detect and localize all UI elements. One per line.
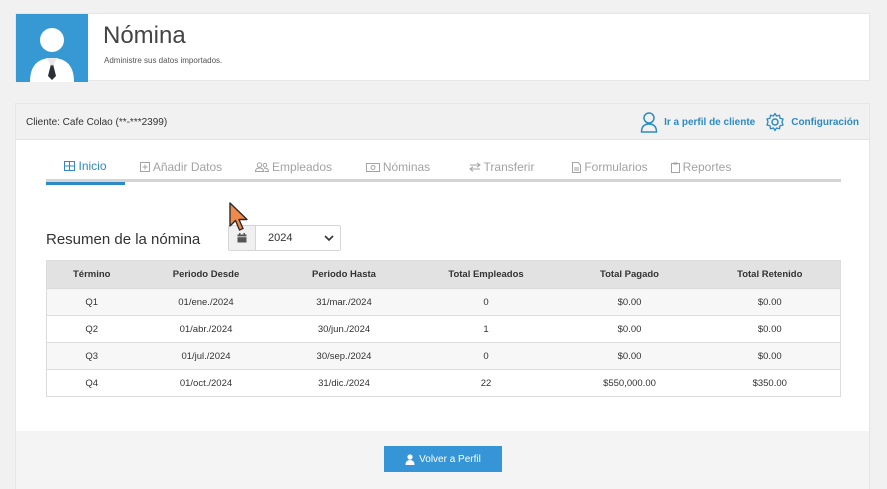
- mouse-cursor-icon: [229, 202, 251, 237]
- table-cell: $0.00: [559, 315, 700, 343]
- main-panel: Cliente: Cafe Colao (**-***2399) Ir a pe…: [15, 103, 870, 489]
- column-header: Total Pagado: [559, 260, 700, 289]
- go-to-client-profile-link[interactable]: Ir a perfil de cliente: [640, 111, 755, 133]
- table-cell: 01/jul./2024: [136, 342, 276, 370]
- tab-anadir-datos[interactable]: Añadir Datos: [125, 152, 237, 182]
- table-cell: 0: [412, 288, 560, 316]
- table-cell: $350.00: [699, 369, 841, 397]
- user-tie-icon: [16, 14, 88, 82]
- table-cell: 0: [412, 342, 560, 370]
- settings-link[interactable]: Configuración: [765, 112, 859, 132]
- table-cell: Q1: [46, 288, 137, 316]
- summary-title: Resumen de la nómina: [46, 231, 201, 248]
- table-cell: $550,000.00: [559, 369, 700, 397]
- table-row: Q2 01/abr./2024 30/jun./2024 1 $0.00 $0.…: [46, 315, 841, 343]
- clipboard-icon: [670, 162, 680, 173]
- table-cell: $0.00: [699, 342, 841, 370]
- go-to-client-profile-label: Ir a perfil de cliente: [664, 116, 756, 128]
- table-cell: 1: [412, 315, 560, 343]
- money-icon: [365, 162, 380, 172]
- table-cell: $0.00: [699, 288, 841, 316]
- page-subtitle: Administre sus datos importados.: [104, 56, 223, 65]
- tab-formularios[interactable]: Formularios: [557, 152, 663, 182]
- user-icon: [405, 453, 415, 465]
- tab-empleados[interactable]: Empleados: [237, 152, 350, 182]
- tab-nominas[interactable]: Nóminas: [350, 152, 446, 182]
- tab-reportes-label: Reportes: [682, 160, 732, 174]
- plus-square-icon: [139, 162, 150, 172]
- payroll-summary-table: Término Periodo Desde Periodo Hasta Tota…: [46, 260, 841, 397]
- table-icon: [64, 160, 76, 171]
- exchange-icon: [468, 162, 481, 172]
- tab-empleados-label: Empleados: [271, 160, 333, 174]
- back-to-profile-label: Volver a Perfil: [419, 453, 481, 465]
- column-header: Total Empleados: [412, 260, 560, 289]
- table-cell: 01/abr./2024: [136, 315, 276, 343]
- table-row: Q4 01/oct./2024 31/dic./2024 22 $550,000…: [46, 369, 841, 397]
- table-cell: 01/ene./2024: [136, 288, 276, 316]
- footer-area: Volver a Perfil: [16, 431, 869, 489]
- table-cell: 01/oct./2024: [136, 369, 276, 397]
- table-cell: 31/dic./2024: [275, 369, 413, 397]
- settings-label: Configuración: [791, 116, 859, 128]
- table-cell: $0.00: [559, 342, 700, 370]
- column-header: Periodo Desde: [136, 260, 276, 289]
- users-icon: [254, 162, 269, 172]
- table-cell: 31/mar./2024: [275, 288, 413, 316]
- tab-transferir-label: Transferir: [483, 160, 535, 174]
- table-cell: Q4: [46, 369, 137, 397]
- tab-inicio[interactable]: Inicio: [46, 152, 125, 185]
- table-cell: 30/jun./2024: [275, 315, 413, 343]
- table-header-row: Término Periodo Desde Periodo Hasta Tota…: [46, 260, 841, 289]
- tab-reportes[interactable]: Reportes: [663, 152, 739, 182]
- client-actions: Ir a perfil de cliente Configuración: [630, 111, 859, 133]
- file-icon: [572, 161, 582, 173]
- tab-anadir-datos-label: Añadir Datos: [152, 160, 223, 174]
- year-select-value: 2024: [268, 232, 293, 244]
- column-header: Periodo Hasta: [275, 260, 413, 289]
- table-cell: 30/sep./2024: [275, 342, 413, 370]
- table-cell: $0.00: [699, 315, 841, 343]
- tab-inicio-label: Inicio: [78, 158, 107, 173]
- table-row: Q1 01/ene./2024 31/mar./2024 0 $0.00 $0.…: [46, 288, 841, 316]
- table-cell: $0.00: [559, 288, 700, 316]
- tab-formularios-label: Formularios: [584, 160, 648, 174]
- gear-icon: [766, 112, 784, 132]
- user-outline-icon: [640, 112, 658, 133]
- column-header: Total Retenido: [699, 260, 841, 289]
- table-cell: 22: [412, 369, 560, 397]
- tab-nominas-label: Nóminas: [382, 160, 431, 174]
- table-row: Q3 01/jul./2024 30/sep./2024 0 $0.00 $0.…: [46, 342, 841, 370]
- chevron-down-icon: [318, 226, 340, 250]
- tab-transferir[interactable]: Transferir: [446, 152, 557, 182]
- back-to-profile-button[interactable]: Volver a Perfil: [384, 446, 502, 472]
- table-cell: Q3: [46, 342, 137, 370]
- page-header: Nómina Administre sus datos importados.: [15, 13, 870, 82]
- client-bar: Cliente: Cafe Colao (**-***2399) Ir a pe…: [16, 104, 869, 140]
- client-label: Cliente: Cafe Colao (**-***2399): [26, 117, 168, 128]
- page-title: Nómina: [103, 22, 186, 49]
- column-header: Término: [46, 260, 137, 289]
- tab-bar: Inicio Añadir Datos Empleados Nóminas Tr…: [46, 152, 841, 185]
- table-cell: Q2: [46, 315, 137, 343]
